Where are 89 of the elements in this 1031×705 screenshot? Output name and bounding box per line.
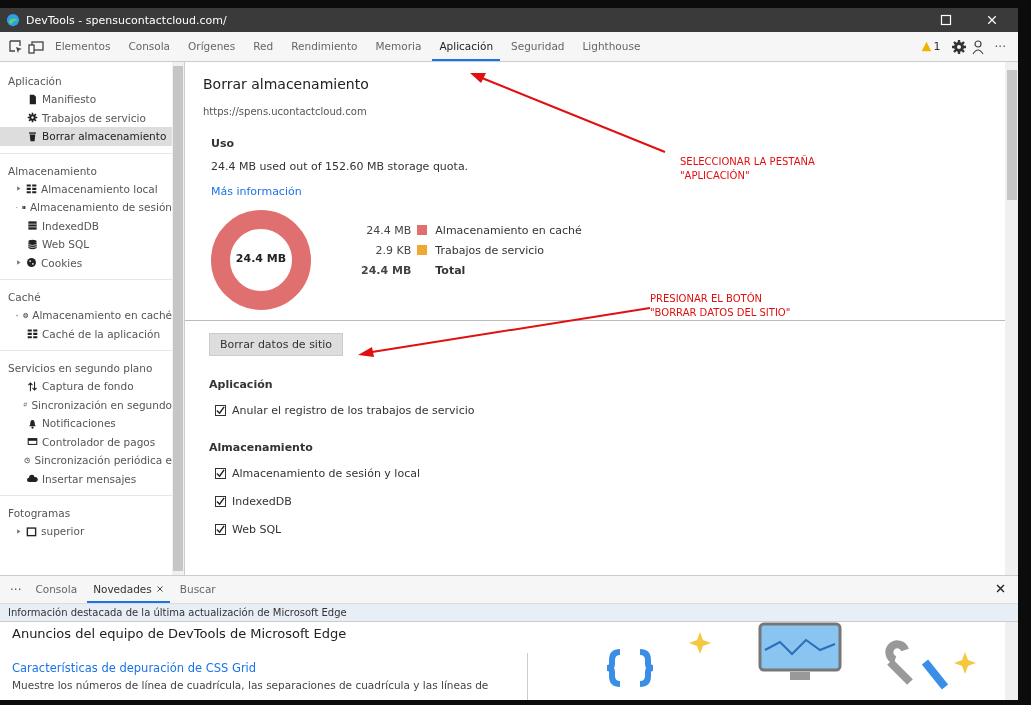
section-heading: Aplicación (209, 378, 274, 391)
checkbox[interactable] (215, 523, 226, 535)
section-heading: Aplicación (7, 74, 63, 89)
section-heading: Caché (7, 290, 42, 305)
sidebar-item[interactable]: Sincronización periódica e (0, 451, 172, 470)
sidebar-item[interactable]: Almacenamiento local (0, 179, 172, 198)
settings-icon[interactable] (950, 38, 967, 55)
section-heading: Servicios en segundo plano (7, 361, 154, 376)
sidebar-item[interactable]: Manifiesto (0, 90, 172, 109)
sidebar-item[interactable]: Web SQL (0, 235, 172, 254)
legend-value: 2.9 KB (374, 243, 412, 257)
drawer-tab[interactable]: Buscar (173, 576, 222, 603)
sidebar-item[interactable]: IndexedDB (0, 216, 172, 235)
more-menu[interactable]: ··· (990, 39, 1010, 54)
section-heading: Fotogramas (7, 506, 72, 521)
sidebar-item[interactable]: Caché de la aplicación (0, 324, 172, 343)
annotation-text: PRESIONAR EL BOTÓN "BORRAR DATOS DEL SITIO" (650, 292, 791, 320)
section-heading: Uso (210, 137, 236, 150)
grid-icon (26, 183, 37, 195)
edge-logo-icon (6, 13, 20, 27)
panel-tab[interactable]: Lighthouse (575, 32, 648, 61)
close-icon[interactable] (995, 582, 1006, 594)
origin-url: https://spens.ucontactcloud.com (203, 106, 368, 117)
scrollbar[interactable] (1005, 622, 1018, 700)
trash-icon (27, 130, 38, 142)
news-heading: Anuncios del equipo de DevTools de Microsoft Edge (12, 626, 348, 641)
legend-value: 24.4 MB (365, 223, 412, 237)
grid-icon (27, 328, 38, 340)
legend-label: Total (435, 263, 467, 277)
article-summary: Muestre los números de línea de cuadrícula, las separaciones de cuadrícula y las líneas de (12, 679, 490, 691)
sidebar-item[interactable]: Almacenamiento en caché (0, 306, 172, 325)
legend-label: Almacenamiento en caché (435, 223, 582, 237)
sidebar-item[interactable]: Almacenamiento de sesión (0, 198, 172, 217)
panel-tab[interactable]: Orígenes (181, 32, 243, 61)
warning-count: 1 (933, 40, 941, 53)
sidebar-item[interactable]: Borrar almacenamiento (0, 127, 172, 146)
sidebar-item[interactable]: Sincronización en segundo (0, 395, 172, 414)
sidebar-item[interactable]: Trabajos de servicio (0, 108, 172, 127)
device-icon[interactable] (28, 38, 44, 55)
document-icon (27, 93, 38, 105)
sidebar-item[interactable]: Controlador de pagos (0, 432, 172, 451)
cookie-icon (26, 257, 37, 269)
section-heading: Almacenamiento (7, 163, 98, 179)
arrows-icon (27, 380, 38, 392)
panel-tab[interactable]: Red (246, 32, 281, 61)
card-icon (27, 436, 38, 448)
legend-value: 24.4 MB (361, 263, 412, 277)
gear-icon (27, 112, 38, 124)
page-title: Borrar almacenamiento (203, 76, 370, 92)
legend-label: Trabajos de servicio (435, 243, 546, 257)
article-link[interactable]: Características de depuración de CSS Grid (12, 661, 527, 675)
panel-tab[interactable]: Aplicación (432, 32, 501, 61)
scrollbar[interactable] (172, 62, 184, 575)
bell-icon (27, 417, 38, 429)
more-tabs-menu[interactable]: ··· (6, 582, 26, 597)
sidebar-item[interactable]: Cookies (0, 253, 172, 272)
warning-icon (920, 41, 932, 52)
more-info-link[interactable]: Más información (203, 185, 302, 198)
donut-center-label: 24.4 MB (234, 252, 288, 265)
cloud-icon (27, 473, 38, 485)
panel-tab[interactable]: Rendimiento (284, 32, 365, 61)
update-banner: Información destacada de la última actualización de Microsoft Edge (0, 604, 1018, 622)
scrollbar[interactable] (1005, 62, 1018, 575)
frame-icon (26, 525, 37, 537)
checkbox[interactable] (215, 404, 226, 416)
panel-tab[interactable]: Consola (121, 32, 178, 61)
checkbox-label: Almacenamiento de sesión y local (232, 466, 420, 480)
usage-summary: 24.4 MB used out of 152.60 MB storage quota. (210, 160, 469, 173)
inspect-icon[interactable] (8, 38, 24, 55)
window-title: DevTools - spensucontactcloud.com/ (26, 13, 228, 27)
drawer-tab[interactable]: Consola (29, 576, 84, 603)
checkbox-label: IndexedDB (232, 494, 292, 508)
checkbox-label: Web SQL (232, 522, 282, 536)
warning-counter[interactable]: 1 (920, 40, 941, 53)
clear-site-data-button[interactable]: Borrar datos de sitio (209, 333, 343, 356)
sidebar-item[interactable]: Notificaciones (0, 414, 172, 433)
sidebar-item[interactable]: Captura de fondo (0, 377, 172, 396)
maximize-icon[interactable] (940, 14, 952, 26)
panel-tab[interactable]: Elementos (48, 32, 118, 61)
checkbox[interactable] (215, 495, 226, 507)
section-heading: Almacenamiento (209, 441, 314, 454)
checkbox-label: Anular el registro de los trabajos de servicio (232, 403, 475, 417)
sidebar-item[interactable]: superior (0, 522, 172, 541)
sidebar-item[interactable]: Insertar mensajes (0, 469, 172, 488)
checkbox[interactable] (215, 467, 226, 479)
panel-tab[interactable]: Seguridad (504, 32, 572, 61)
panel-tab[interactable]: Memoria (368, 32, 429, 61)
annotation-text: SELECCIONAR LA PESTAÑA "APLICACIÓN" (680, 155, 815, 183)
close-icon[interactable] (155, 584, 164, 593)
